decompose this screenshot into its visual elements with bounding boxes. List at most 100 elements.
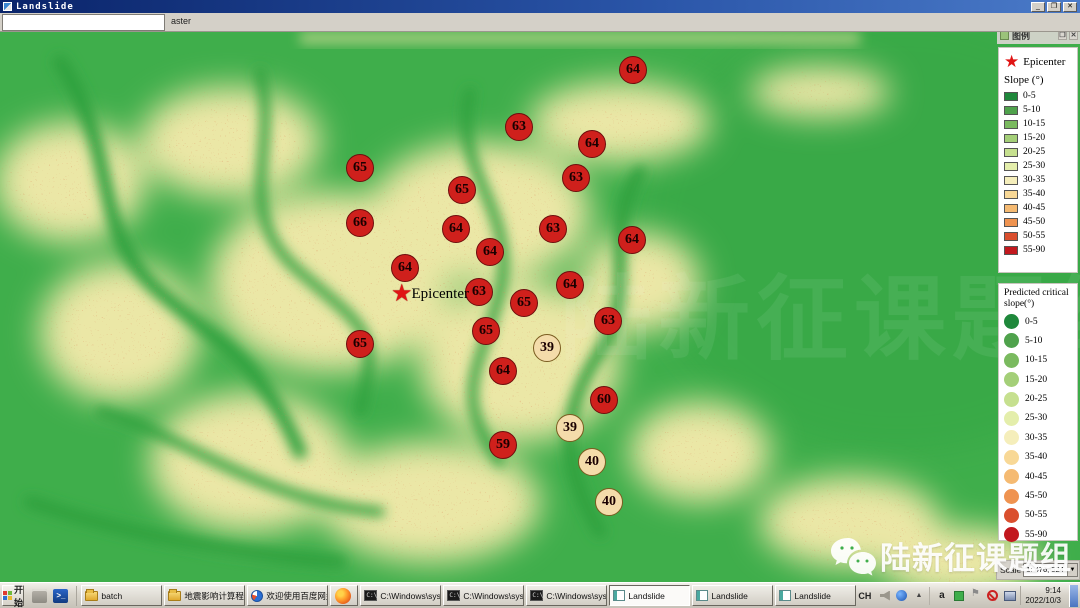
legend-swatch [1004, 353, 1019, 368]
start-button[interactable]: 开始 [2, 585, 24, 606]
legend-class-row: 35-40 [1004, 448, 1077, 467]
scale-dropdown-arrow[interactable]: ▼ [1067, 564, 1077, 576]
network-icon[interactable] [1003, 589, 1016, 602]
legend-class-row: 15-20 [1004, 370, 1077, 389]
slope-marker[interactable]: 60 [590, 386, 618, 414]
slope-marker[interactable]: 64 [391, 254, 419, 282]
slope-marker[interactable]: 40 [595, 488, 623, 516]
legend-class-label: 25-30 [1025, 413, 1047, 423]
slope-marker[interactable]: 64 [442, 215, 470, 243]
printer-icon[interactable] [32, 589, 47, 603]
legend-class-row: 45-50 [1004, 486, 1077, 505]
cmd-icon: C:\ [447, 590, 460, 601]
legend-swatch [1004, 411, 1019, 426]
legend-class-label: 0-5 [1025, 317, 1038, 327]
slope-marker[interactable]: 39 [556, 414, 584, 442]
taskbar-button-c-windows-syst-[interactable]: C:\C:\Windows\syst... [360, 585, 441, 606]
green-app-icon[interactable] [952, 589, 965, 602]
volume-icon[interactable] [878, 589, 891, 602]
layer-combo-input[interactable] [2, 14, 165, 31]
legend-swatch [1004, 232, 1018, 241]
taskbar-button-landslide[interactable]: Landslide [775, 585, 856, 606]
critical-slope-legend-title: Predicted critical slope(°) [1004, 288, 1076, 310]
legend-swatch [1004, 120, 1018, 129]
flag-icon[interactable] [969, 589, 982, 602]
scale-dropdown[interactable]: 1: 476, 524 ▼ [1023, 563, 1078, 577]
legend-pin-button[interactable]: ❐ [1058, 31, 1067, 40]
slope-marker[interactable]: 65 [346, 330, 374, 358]
legend-class-row: 55-90 [1004, 525, 1077, 544]
slope-marker[interactable]: 40 [578, 448, 606, 476]
legend-class-label: 15-20 [1025, 375, 1047, 385]
legend-class-label: 35-40 [1025, 452, 1047, 462]
taskbar-button-label: 地震影响计算程... [184, 590, 245, 602]
legend-swatch [1004, 372, 1019, 387]
system-tray: CH ▲ a 9:14 2022/10/3 [858, 585, 1080, 607]
maximize-button[interactable]: ❐ [1047, 2, 1061, 12]
slope-marker[interactable]: 66 [346, 209, 374, 237]
legend-swatch [1004, 92, 1018, 101]
slope-marker[interactable]: 63 [594, 307, 622, 335]
legend-class-label: 30-35 [1023, 175, 1045, 185]
slope-legend-title: Slope (°) [1004, 74, 1077, 86]
legend-class-label: 35-40 [1023, 189, 1045, 199]
show-desktop-button[interactable] [1069, 585, 1078, 607]
taskbar-button-firefox[interactable] [330, 585, 358, 606]
legend-swatch [1004, 314, 1019, 329]
taskbar-button-c-windows-syst-[interactable]: C:\C:\Windows\syst... [443, 585, 524, 606]
taskbar-button-landslide[interactable]: Landslide [609, 585, 690, 606]
slope-marker[interactable]: 64 [489, 357, 517, 385]
scale-value: 1: 476, 524 [1026, 565, 1064, 574]
legend-class-row: 20-25 [1004, 389, 1077, 408]
slope-marker[interactable]: 64 [556, 271, 584, 299]
slope-marker[interactable]: 64 [476, 238, 504, 266]
layer-path-label: aster [171, 16, 191, 26]
clock[interactable]: 9:14 2022/10/3 [1020, 586, 1065, 604]
ime-a-icon[interactable]: a [935, 589, 948, 602]
legend-class-label: 20-25 [1025, 394, 1047, 404]
legend-class-row: 50-55 [1004, 506, 1077, 525]
taskbar-button-landslide[interactable]: Landslide [692, 585, 773, 606]
taskbar-button-label: Landslide [794, 591, 830, 601]
title-bar[interactable]: Landslide _ ❐ ✕ [0, 0, 1080, 13]
close-button[interactable]: ✕ [1063, 2, 1077, 12]
clock-date: 2022/10/3 [1025, 596, 1061, 605]
language-indicator[interactable]: CH [858, 591, 874, 601]
slope-marker[interactable]: 63 [562, 164, 590, 192]
legend-class-row: 25-30 [1004, 409, 1077, 428]
taskbar-button-c-windows-syst-[interactable]: C:\C:\Windows\syst... [526, 585, 607, 606]
browser-icon[interactable] [895, 589, 908, 602]
hidden-icons-chevron[interactable]: ▲ [912, 589, 925, 602]
taskbar-button--[interactable]: 欢迎使用百度网盘 [247, 585, 328, 606]
blocked-icon[interactable] [986, 589, 999, 602]
slope-marker[interactable]: 63 [539, 215, 567, 243]
epicenter-star-icon: ★ [391, 284, 413, 304]
slope-marker[interactable]: 63 [465, 278, 493, 306]
legend-close-button[interactable]: ✕ [1069, 31, 1078, 40]
powershell-icon[interactable]: >_ [53, 589, 68, 603]
legend-class-label: 15-20 [1023, 133, 1045, 143]
window-title: Landslide [16, 2, 74, 12]
legend-swatch [1004, 430, 1019, 445]
legend-class-label: 55-90 [1023, 245, 1045, 255]
netdisk-icon [251, 590, 263, 602]
slope-marker[interactable]: 65 [510, 289, 538, 317]
slope-marker[interactable]: 59 [489, 431, 517, 459]
epicenter-marker: ★Epicenter [391, 284, 469, 304]
slope-marker[interactable]: 65 [448, 176, 476, 204]
slope-marker[interactable]: 39 [533, 334, 561, 362]
taskbar-button--[interactable]: 地震影响计算程... [164, 585, 245, 606]
legend-class-label: 45-50 [1025, 491, 1047, 501]
taskbar-button-batch[interactable]: batch [81, 585, 162, 606]
slope-marker[interactable]: 65 [346, 154, 374, 182]
minimize-button[interactable]: _ [1031, 2, 1045, 12]
slope-marker[interactable]: 65 [472, 317, 500, 345]
slope-marker[interactable]: 64 [618, 226, 646, 254]
folder-icon [168, 591, 181, 601]
slope-marker[interactable]: 64 [619, 56, 647, 84]
legend-swatch [1004, 218, 1018, 227]
legend-class-row: 45-50 [1004, 215, 1077, 229]
slope-marker[interactable]: 63 [505, 113, 533, 141]
legend-class-row: 30-35 [1004, 173, 1077, 187]
slope-marker[interactable]: 64 [578, 130, 606, 158]
